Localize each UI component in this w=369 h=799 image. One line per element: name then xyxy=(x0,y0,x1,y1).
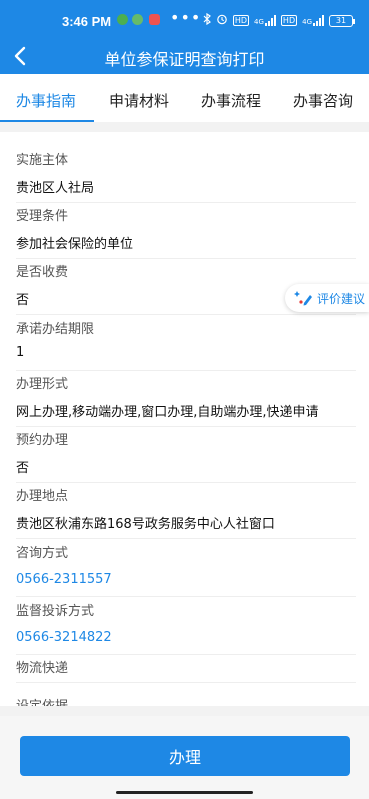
consult-phone-link[interactable]: 0566-2311557 xyxy=(16,572,112,587)
field-label: 预约办理 xyxy=(16,433,69,448)
field-label: 咨询方式 xyxy=(16,546,69,561)
field-label: 办理形式 xyxy=(16,377,69,392)
field-label: 是否收费 xyxy=(16,265,69,280)
field-value: 网上办理,移动端办理,窗口办理,自助端办理,快递申请 xyxy=(16,405,319,420)
status-icons: HD 4G HD 4G 31 xyxy=(203,12,355,28)
field-label: 设定依据 xyxy=(16,695,68,706)
row-divider xyxy=(16,370,356,371)
status-time: 3:46 PM xyxy=(62,14,112,29)
nav-bar: 单位参保证明查询打印 xyxy=(0,38,369,74)
tab-process[interactable]: 办事流程 xyxy=(201,90,261,111)
field-value: 1 xyxy=(16,345,25,360)
signal-icon-sim2: 4G xyxy=(302,15,324,26)
wechat-notification-icon xyxy=(117,14,128,25)
field-value: 否 xyxy=(16,293,30,308)
row-divider xyxy=(16,654,356,655)
field-label: 物流快递 xyxy=(16,661,69,676)
tab-consult[interactable]: 办事咨询 xyxy=(293,90,353,111)
more-notifications-icon: ••• xyxy=(170,8,202,27)
field-value: 否 xyxy=(16,461,30,476)
row-divider xyxy=(16,682,356,683)
section-divider xyxy=(0,122,369,132)
tab-materials[interactable]: 申请材料 xyxy=(109,90,169,111)
field-label: 承诺办结期限 xyxy=(16,322,95,337)
field-value: 参加社会保险的单位 xyxy=(16,237,134,252)
handle-button[interactable]: 办理 xyxy=(20,736,350,776)
field-label: 实施主体 xyxy=(16,153,69,168)
complaint-phone-link[interactable]: 0566-3214822 xyxy=(16,630,112,645)
tab-bar: 办事指南 申请材料 办事流程 办事咨询 xyxy=(0,74,369,122)
hd-icon: HD xyxy=(232,15,250,26)
row-divider xyxy=(16,258,356,259)
field-value: 贵池区秋浦东路168号政务服务中心人社窗口 xyxy=(16,517,275,532)
signal-icon-sim1: 4G xyxy=(254,15,276,26)
bluetooth-icon xyxy=(203,12,211,28)
evaluate-label: 评价建议 xyxy=(317,291,366,306)
row-divider xyxy=(16,538,356,539)
row-divider xyxy=(16,596,356,597)
guide-content[interactable]: 实施主体 贵池区人社局 受理条件 参加社会保险的单位 是否收费 否 承诺办结期限… xyxy=(0,132,369,706)
field-value: 贵池区人社局 xyxy=(16,181,95,196)
alarm-icon xyxy=(216,13,228,28)
hd-icon-2: HD xyxy=(280,15,298,26)
status-bar: 3:46 PM ••• HD 4G HD 4G 31 xyxy=(0,0,369,38)
field-label: 办理地点 xyxy=(16,489,69,504)
row-divider xyxy=(16,482,356,483)
evaluate-button[interactable]: 评价建议 xyxy=(285,284,369,312)
field-label: 受理条件 xyxy=(16,209,69,224)
row-divider xyxy=(16,426,356,427)
row-divider xyxy=(16,314,356,315)
app-notification-icon xyxy=(149,14,160,25)
bottom-divider xyxy=(0,706,369,716)
field-label: 监督投诉方式 xyxy=(16,604,95,619)
row-divider xyxy=(16,202,356,203)
page-title: 单位参保证明查询打印 xyxy=(104,50,265,69)
tab-guide[interactable]: 办事指南 xyxy=(16,90,76,111)
battery-icon: 31 xyxy=(329,14,355,27)
home-indicator[interactable] xyxy=(116,791,253,794)
wechat-notification-icon-2 xyxy=(132,14,143,25)
edit-sparkle-icon xyxy=(294,291,312,306)
